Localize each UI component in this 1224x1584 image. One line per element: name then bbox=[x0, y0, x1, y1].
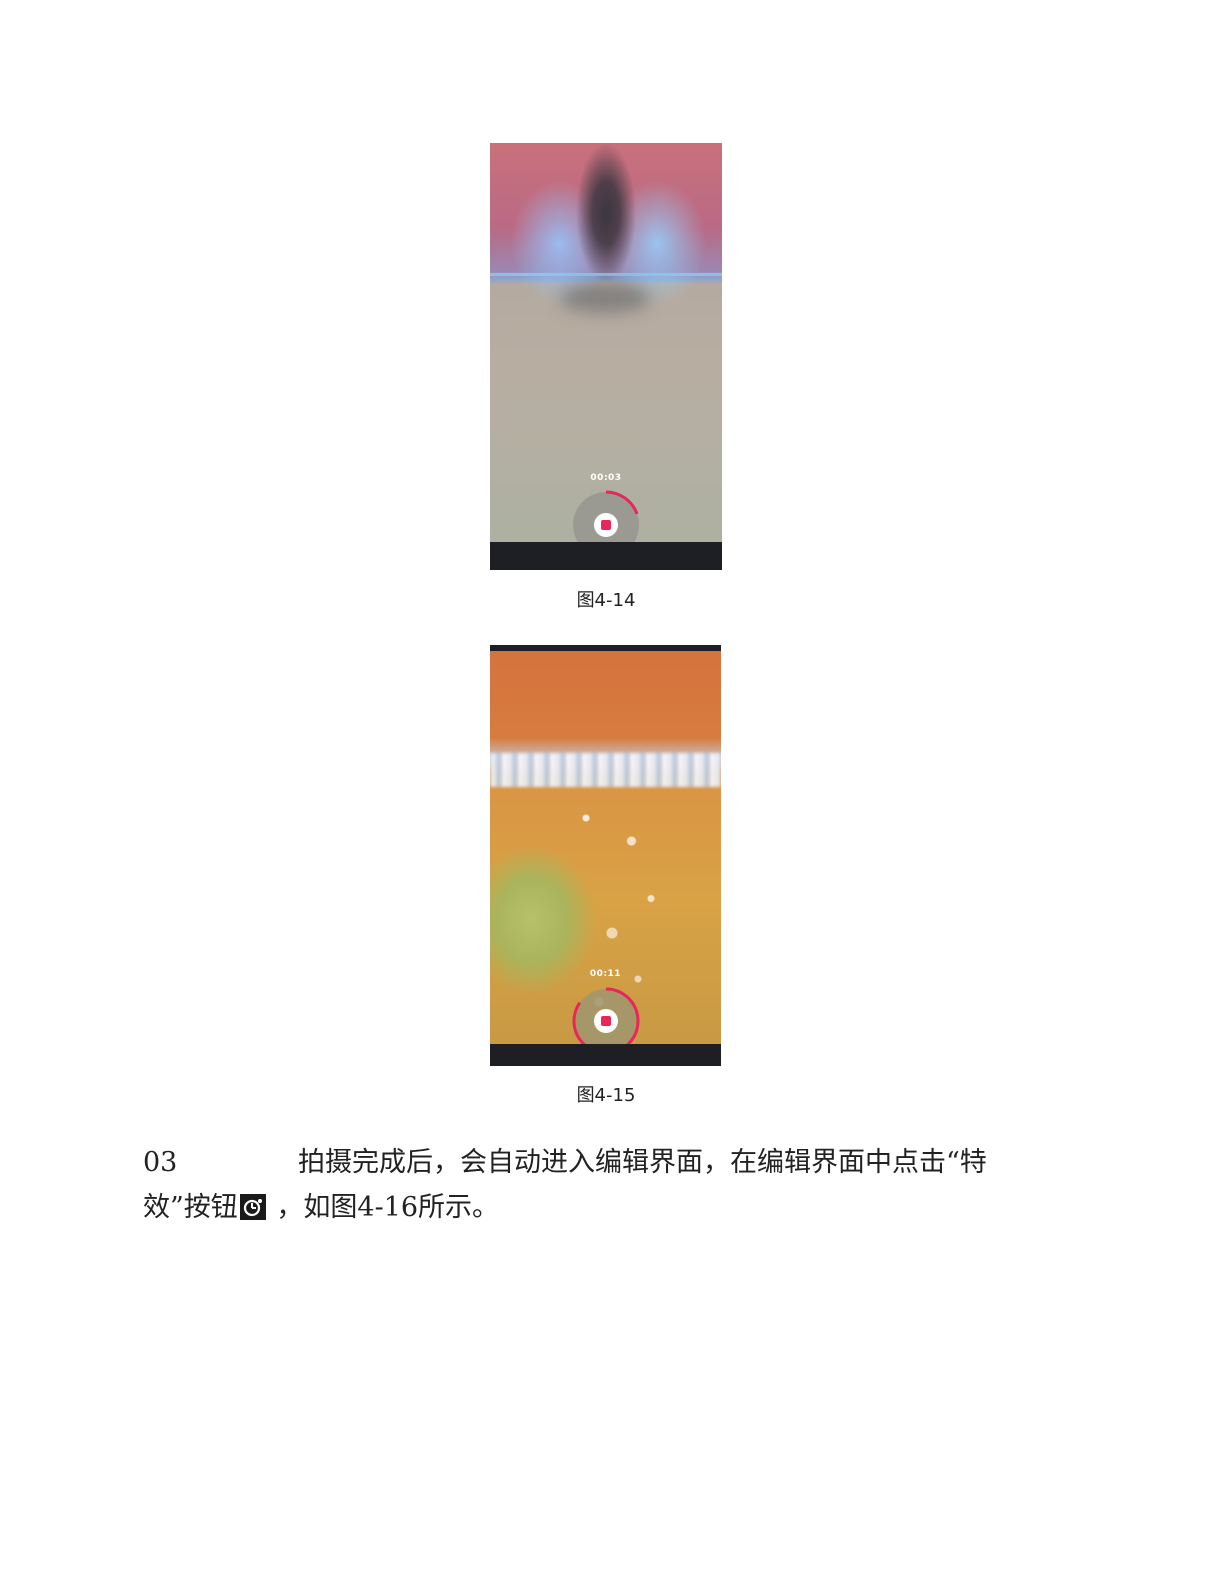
splash-shadow bbox=[560, 283, 650, 313]
instruction-text: 拍摄完成后，会自动进入编辑界面，在编辑界面中点击“特 bbox=[298, 1147, 987, 1178]
instruction-line: 03 拍摄完成后，会自动进入编辑界面，在编辑界面中点击“特 bbox=[143, 1140, 1083, 1185]
instruction-line: 效”按钮 ，如图4-16所示。 bbox=[143, 1185, 1083, 1230]
water-surface bbox=[490, 273, 722, 276]
recording-timer: 00:11 bbox=[589, 969, 622, 979]
top-bar bbox=[490, 645, 721, 651]
recording-timer: 00:03 bbox=[590, 473, 622, 483]
figure-caption: 图4-15 bbox=[576, 1085, 636, 1106]
step-number: 03 bbox=[143, 1147, 178, 1178]
effects-icon bbox=[239, 1194, 266, 1220]
bottom-bar bbox=[490, 1044, 721, 1066]
screenshot-recording-2: 00:11 bbox=[490, 645, 721, 1066]
instruction-text: ，如图4-16所示。 bbox=[267, 1192, 500, 1223]
figure-caption: 图4-14 bbox=[576, 590, 636, 611]
instruction-text: 效”按钮 bbox=[143, 1192, 238, 1223]
water-surface bbox=[490, 753, 721, 787]
screenshot-recording-1: 00:03 bbox=[490, 143, 722, 570]
bottom-bar bbox=[490, 542, 722, 570]
